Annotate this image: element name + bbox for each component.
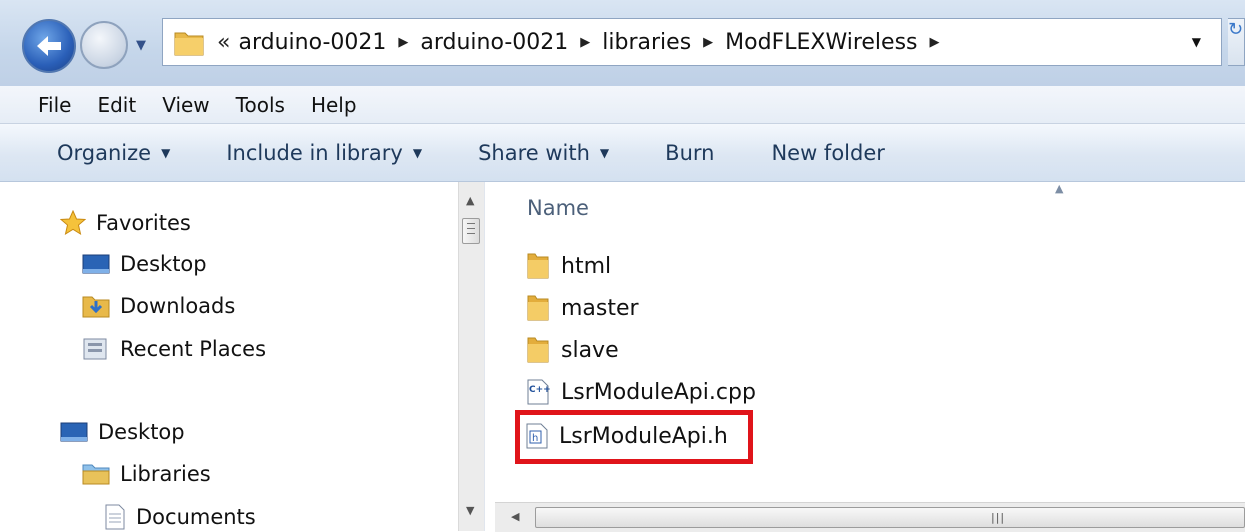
menu-edit[interactable]: Edit bbox=[97, 93, 136, 117]
libraries-icon bbox=[82, 464, 110, 485]
nav-item-libraries[interactable]: Libraries bbox=[82, 462, 211, 486]
nav-item-downloads[interactable]: Downloads bbox=[82, 293, 235, 319]
nav-item-documents[interactable]: Documents bbox=[104, 504, 256, 530]
desktop-icon bbox=[82, 254, 110, 274]
breadcrumb-item[interactable]: arduino-0021 bbox=[420, 30, 568, 55]
address-bar-region: ▼ « arduino-0021 ▶ arduino-0021 ▶ librar… bbox=[0, 0, 1245, 86]
back-button[interactable] bbox=[22, 19, 76, 73]
refresh-icon: ↻ bbox=[1228, 19, 1244, 40]
svg-text:C++: C++ bbox=[529, 385, 551, 395]
file-name: LsrModuleApi.cpp bbox=[561, 379, 756, 405]
organize-label: Organize bbox=[57, 140, 152, 165]
menu-view[interactable]: View bbox=[162, 93, 209, 117]
breadcrumb-item[interactable]: libraries bbox=[602, 30, 691, 55]
include-in-library-label: Include in library bbox=[226, 140, 403, 165]
file-list: ▲ Name html master slave C++ LsrModuleAp… bbox=[495, 182, 1245, 531]
include-in-library-button[interactable]: Include in library ▼ bbox=[226, 141, 422, 165]
breadcrumb-separator-icon[interactable]: ▶ bbox=[703, 35, 713, 50]
address-history-dropdown-icon[interactable]: ▼ bbox=[1192, 35, 1201, 49]
address-box[interactable]: « arduino-0021 ▶ arduino-0021 ▶ librarie… bbox=[162, 18, 1222, 66]
recent-places-icon bbox=[83, 338, 107, 360]
breadcrumb-separator-icon[interactable]: ▶ bbox=[398, 35, 408, 50]
desktop-icon bbox=[60, 422, 88, 442]
nav-item-label: Desktop bbox=[98, 420, 185, 444]
nav-item-label: Downloads bbox=[120, 294, 236, 318]
column-header-name[interactable]: Name bbox=[527, 196, 589, 220]
breadcrumb-separator-icon[interactable]: ▶ bbox=[580, 35, 590, 50]
star-icon bbox=[60, 210, 86, 236]
folder-icon bbox=[527, 253, 549, 279]
nav-item-desktop-root[interactable]: Desktop bbox=[60, 420, 185, 444]
folder-icon bbox=[174, 32, 204, 56]
file-name: master bbox=[561, 295, 639, 321]
scroll-grip-icon: ||| bbox=[991, 511, 1006, 524]
nav-item-label: Desktop bbox=[120, 252, 207, 276]
menu-tools[interactable]: Tools bbox=[236, 93, 285, 117]
nav-item-label: Documents bbox=[136, 505, 256, 529]
command-bar: Organize ▼ Include in library ▼ Share wi… bbox=[0, 124, 1245, 182]
navigation-scrollbar[interactable]: ▲ ▼ bbox=[458, 182, 485, 531]
chevron-down-icon: ▼ bbox=[412, 145, 423, 160]
menu-file[interactable]: File bbox=[38, 93, 71, 117]
pane-splitter[interactable] bbox=[484, 182, 495, 531]
chevron-down-icon: ▼ bbox=[161, 145, 171, 160]
arrow-left-icon bbox=[37, 36, 61, 56]
scroll-down-icon[interactable]: ▼ bbox=[466, 504, 474, 517]
breadcrumb: « arduino-0021 ▶ arduino-0021 ▶ librarie… bbox=[217, 30, 952, 55]
navigation-pane: Favorites Desktop Downloads Recent Place… bbox=[18, 182, 458, 531]
share-with-button[interactable]: Share with ▼ bbox=[478, 141, 609, 165]
menu-help[interactable]: Help bbox=[311, 93, 357, 117]
folder-icon bbox=[527, 295, 549, 321]
folder-icon bbox=[527, 337, 549, 363]
file-list-horizontal-scrollbar[interactable]: ◀ ||| bbox=[495, 502, 1245, 532]
file-name: html bbox=[561, 253, 612, 279]
refresh-button[interactable]: ↻ bbox=[1228, 18, 1245, 66]
scroll-thumb[interactable]: ||| bbox=[535, 507, 1245, 528]
downloads-folder-icon bbox=[82, 296, 110, 318]
nav-item-label: Favorites bbox=[96, 211, 191, 235]
window-left-edge bbox=[0, 182, 19, 531]
highlight-box bbox=[515, 410, 753, 464]
documents-icon bbox=[105, 504, 125, 530]
nav-item-label: Libraries bbox=[120, 462, 211, 486]
organize-button[interactable]: Organize ▼ bbox=[57, 141, 170, 165]
menu-bar: File Edit View Tools Help bbox=[0, 86, 1245, 124]
list-item[interactable]: C++ LsrModuleApi.cpp bbox=[525, 378, 756, 406]
list-item[interactable]: html bbox=[525, 252, 611, 280]
share-with-label: Share with bbox=[478, 140, 590, 165]
cpp-file-icon: C++ bbox=[527, 379, 551, 405]
new-folder-button[interactable]: New folder bbox=[771, 141, 884, 165]
list-item[interactable]: slave bbox=[525, 336, 619, 364]
sort-ascending-icon: ▲ bbox=[1055, 182, 1064, 195]
nav-item-desktop[interactable]: Desktop bbox=[82, 252, 207, 276]
nav-item-favorites[interactable]: Favorites bbox=[60, 210, 191, 236]
breadcrumb-item[interactable]: arduino-0021 bbox=[238, 30, 386, 55]
nav-item-recent-places[interactable]: Recent Places bbox=[82, 336, 266, 362]
file-name: slave bbox=[561, 337, 619, 363]
scroll-up-icon[interactable]: ▲ bbox=[466, 194, 474, 207]
breadcrumb-item[interactable]: ModFLEXWireless bbox=[725, 30, 917, 55]
forward-button[interactable] bbox=[80, 21, 128, 69]
scroll-left-icon[interactable]: ◀ bbox=[511, 510, 519, 523]
list-item[interactable]: master bbox=[525, 294, 639, 322]
scroll-thumb[interactable] bbox=[462, 218, 480, 244]
recent-pages-dropdown-icon[interactable]: ▼ bbox=[136, 38, 150, 53]
burn-button[interactable]: Burn bbox=[665, 141, 714, 165]
breadcrumb-overflow-button[interactable]: « bbox=[217, 30, 230, 55]
chevron-down-icon: ▼ bbox=[599, 145, 610, 160]
nav-item-label: Recent Places bbox=[120, 337, 267, 361]
breadcrumb-separator-icon[interactable]: ▶ bbox=[930, 35, 940, 50]
